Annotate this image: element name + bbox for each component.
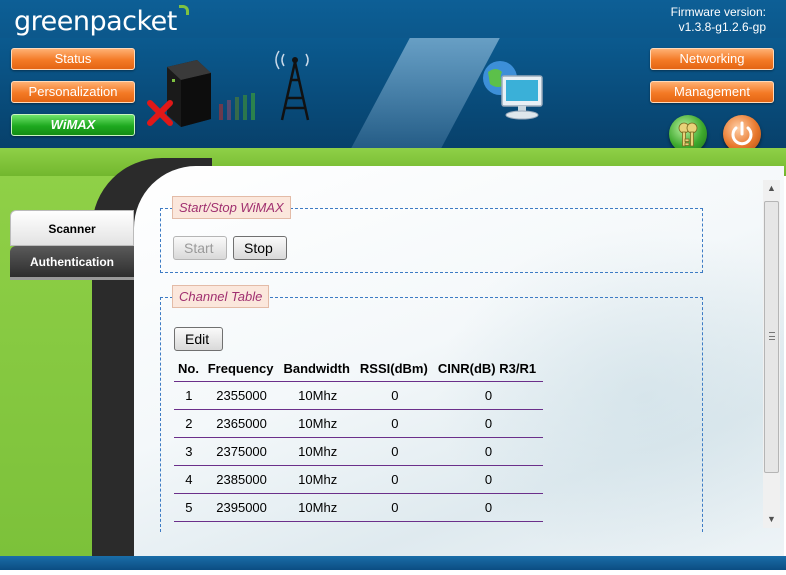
chevron-up-icon[interactable]: ▲ <box>763 180 780 197</box>
start-button[interactable]: Start <box>173 236 227 260</box>
cell-rssi: 0 <box>355 465 434 494</box>
nav-management-button[interactable]: Management <box>650 81 774 103</box>
cell-frequency: 2385000 <box>203 465 280 494</box>
table-row: 1 2355000 10Mhz 0 0 <box>174 381 543 410</box>
key-button[interactable] <box>669 115 707 150</box>
modem-disconnected-icon <box>147 60 211 127</box>
cell-bandwidth: 10Mhz <box>279 409 356 438</box>
table-row: 2 2365000 10Mhz 0 0 <box>174 409 543 438</box>
cell-no: 1 <box>174 381 204 410</box>
tab-authentication[interactable]: Authentication <box>10 246 134 280</box>
table-row: 4 2385000 10Mhz 0 0 <box>174 465 543 494</box>
channel-table: No. Frequency Bandwidth RSSI(dBm) CINR(d… <box>174 356 543 522</box>
nav-status-button[interactable]: Status <box>11 48 135 70</box>
column-header-no: No. <box>174 356 204 382</box>
cell-no: 3 <box>174 437 204 466</box>
greenpacket-logo: greenpacket <box>14 5 189 37</box>
cell-cinr: 0 <box>433 381 543 410</box>
nav-wimax-button[interactable]: WiMAX <box>11 114 135 136</box>
column-header-rssi: RSSI(dBm) <box>355 356 434 382</box>
footer-bar <box>0 556 786 570</box>
cell-rssi: 0 <box>355 437 434 466</box>
edit-button[interactable]: Edit <box>174 327 223 351</box>
power-icon <box>731 121 753 146</box>
firmware-value: v1.3.8-g1.2.6-gp <box>678 20 766 34</box>
cell-cinr: 0 <box>433 409 543 438</box>
firmware-label: Firmware version: <box>670 5 766 19</box>
cell-cinr: 0 <box>433 437 543 466</box>
cell-no: 2 <box>174 409 204 438</box>
tab-scanner[interactable]: Scanner <box>10 210 134 246</box>
signal-bars-icon <box>219 93 255 120</box>
cell-no: 4 <box>174 465 204 494</box>
vertical-scrollbar[interactable]: ▲ ▼ <box>763 180 780 528</box>
cell-no: 5 <box>174 493 204 522</box>
cell-bandwidth: 10Mhz <box>279 493 356 522</box>
cell-rssi: 0 <box>355 381 434 410</box>
tower-icon <box>275 50 310 121</box>
cell-bandwidth: 10Mhz <box>279 381 356 410</box>
column-header-bandwidth: Bandwidth <box>279 356 356 382</box>
cell-rssi: 0 <box>355 493 434 522</box>
firmware-version: Firmware version: v1.3.8-g1.2.6-gp <box>671 5 766 35</box>
column-header-cinr: CINR(dB) R3/R1 <box>433 356 543 382</box>
table-row: 3 2375000 10Mhz 0 0 <box>174 437 543 466</box>
channel-table-legend: Channel Table <box>172 285 270 308</box>
header-banner: greenpacket Firmware version: v1.3.8-g1.… <box>0 0 786 150</box>
cell-cinr: 0 <box>433 465 543 494</box>
globe-monitor-icon <box>483 61 543 120</box>
table-row: 5 2395000 10Mhz 0 0 <box>174 493 543 522</box>
scrollbar-grip-icon <box>769 332 775 340</box>
table-header-row: No. Frequency Bandwidth RSSI(dBm) CINR(d… <box>174 356 543 382</box>
cell-bandwidth: 10Mhz <box>279 465 356 494</box>
cell-rssi: 0 <box>355 409 434 438</box>
column-header-frequency: Frequency <box>203 356 280 382</box>
key-icon <box>678 122 698 147</box>
cell-frequency: 2375000 <box>203 437 280 466</box>
cell-frequency: 2355000 <box>203 381 280 410</box>
scrollbar-thumb[interactable] <box>764 201 779 473</box>
stop-button[interactable]: Stop <box>233 236 287 260</box>
logo-leaf-icon <box>178 5 189 15</box>
start-stop-legend: Start/Stop WiMAX <box>172 196 291 219</box>
cell-frequency: 2365000 <box>203 409 280 438</box>
logo-text: greenpacket <box>14 6 177 37</box>
cell-bandwidth: 10Mhz <box>279 437 356 466</box>
power-button[interactable] <box>723 115 761 150</box>
chevron-down-icon[interactable]: ▼ <box>763 511 780 528</box>
nav-networking-button[interactable]: Networking <box>650 48 774 70</box>
nav-personalization-button[interactable]: Personalization <box>11 81 135 103</box>
cell-frequency: 2395000 <box>203 493 280 522</box>
cell-cinr: 0 <box>433 493 543 522</box>
